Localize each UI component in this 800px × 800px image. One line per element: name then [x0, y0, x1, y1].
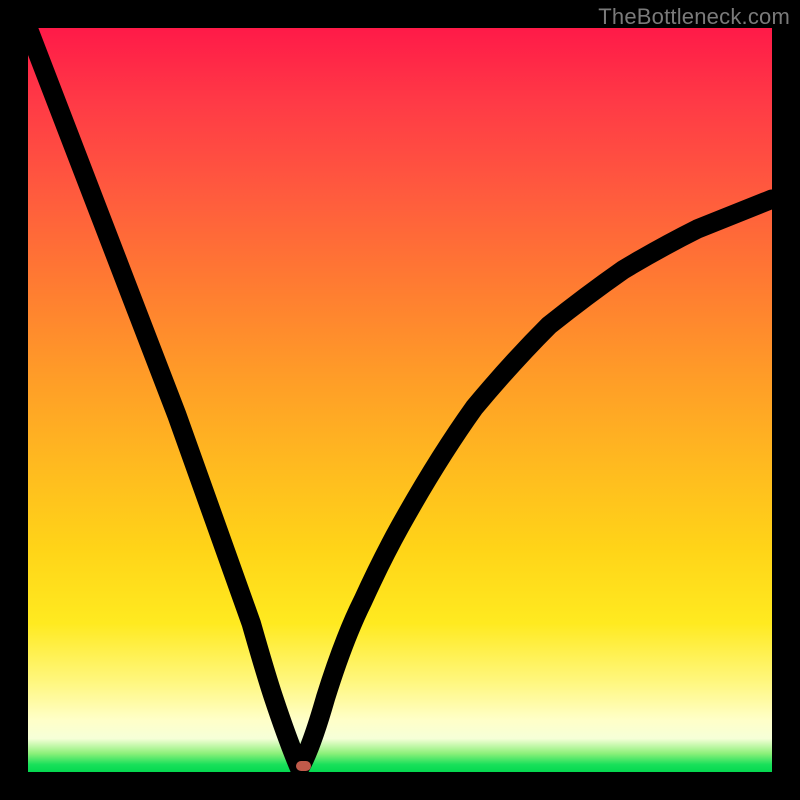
attribution-label: TheBottleneck.com [598, 4, 790, 30]
chart-frame: TheBottleneck.com [0, 0, 800, 800]
plot-area [28, 28, 772, 772]
optimum-marker [296, 761, 311, 771]
severity-gradient [28, 28, 772, 772]
